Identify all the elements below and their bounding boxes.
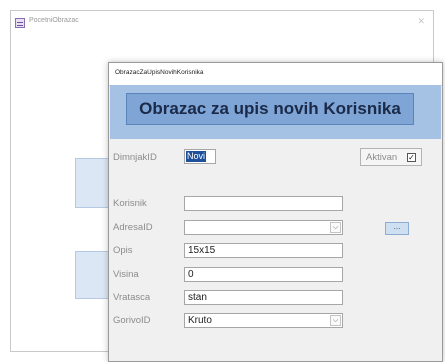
gorivo-id-label: GorivoID [113,315,151,326]
background-titlebar: PocetniObrazac ✕ [11,11,433,35]
background-button-2[interactable] [75,251,111,299]
adresa-id-label: AdresaID [113,222,153,233]
vratasca-label: Vratasca [113,292,151,303]
form-header: Obrazac za upis novih Korisnika [110,85,441,139]
aktivan-toggle[interactable]: Aktivan ✓ [360,148,422,166]
dialog-title: ObrazacZaUpisNovihKorisnika [115,69,204,76]
opis-field[interactable]: 15x15 [184,243,343,258]
form-title-button[interactable]: Obrazac za upis novih Korisnika [126,93,414,125]
background-window-title: PocetniObrazac [29,17,79,24]
korisnik-label: Korisnik [113,198,147,209]
chevron-down-icon[interactable]: ⌵ [330,315,341,326]
adresa-browse-button[interactable]: ... [385,222,409,235]
form-icon [15,18,25,28]
visina-field[interactable]: 0 [184,267,343,282]
dimnjak-id-value: Novi [186,151,207,162]
korisnik-field[interactable] [184,196,343,211]
gorivo-id-combo[interactable]: Kruto ⌵ [184,313,343,328]
opis-label: Opis [113,245,133,256]
chevron-down-icon[interactable]: ⌵ [330,222,341,233]
upis-korisnika-dialog: ObrazacZaUpisNovihKorisnika Obrazac za u… [108,62,443,362]
background-button-1[interactable] [75,158,111,208]
aktivan-checkbox[interactable]: ✓ [407,153,416,162]
dimnjak-id-field[interactable]: Novi [184,149,216,164]
close-icon[interactable]: ✕ [417,16,425,27]
visina-label: Visina [113,269,139,280]
vratasca-field[interactable]: stan [184,290,343,305]
gorivo-id-value: Kruto [188,315,212,326]
dialog-titlebar: ObrazacZaUpisNovihKorisnika [109,63,442,86]
adresa-id-combo[interactable]: ⌵ [184,220,343,235]
dimnjak-id-label: DimnjakID [113,152,157,163]
aktivan-label: Aktivan [366,152,398,163]
